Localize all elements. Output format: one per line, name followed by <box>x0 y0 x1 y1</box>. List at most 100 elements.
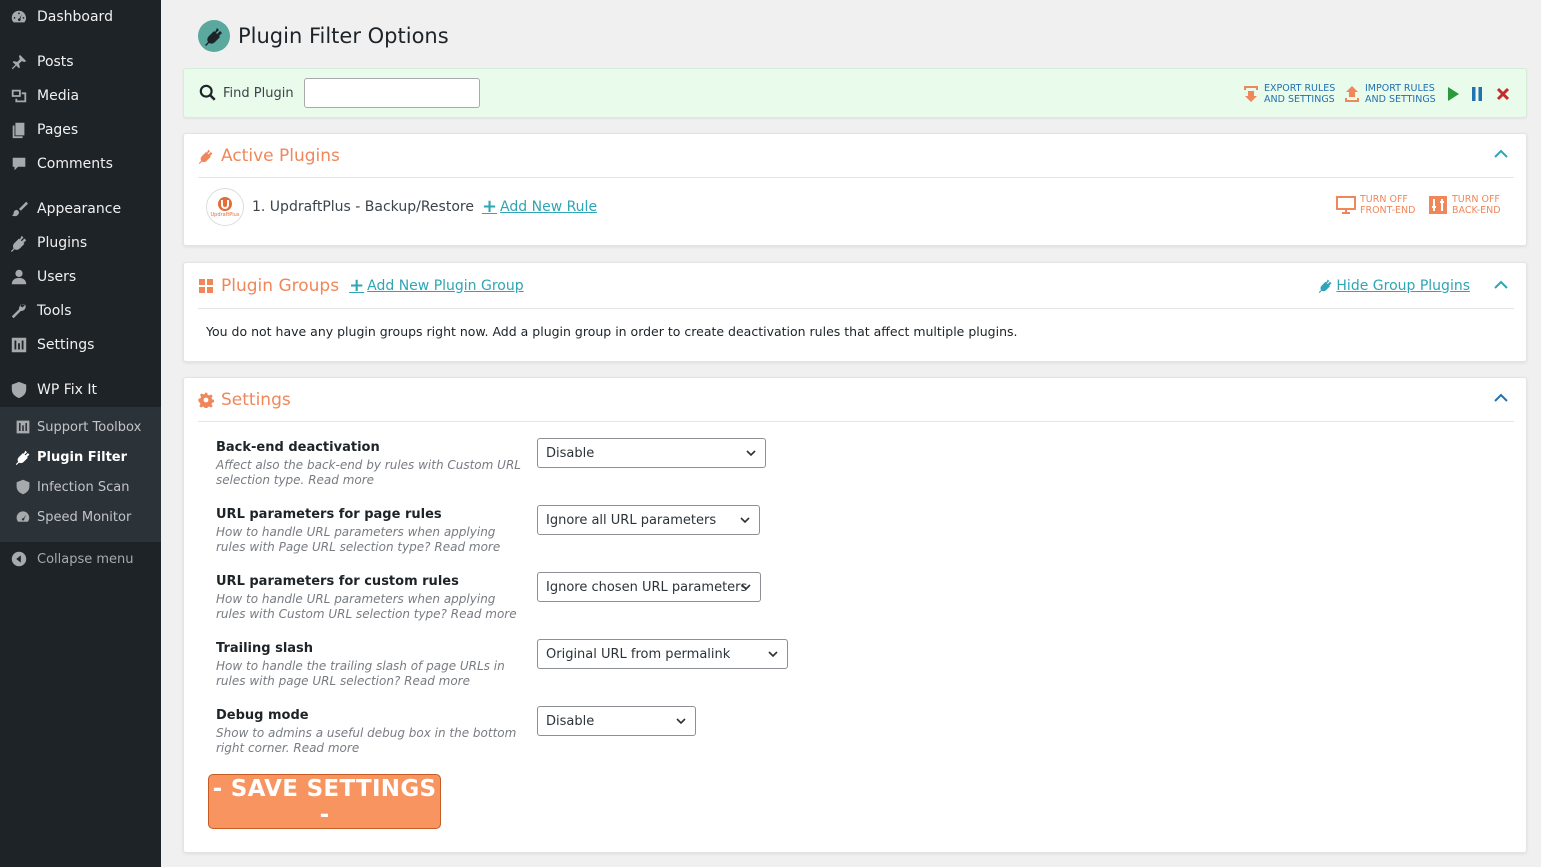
updraft-icon <box>218 197 232 211</box>
sidebar-item-label: Posts <box>37 54 74 70</box>
play-icon[interactable] <box>1446 86 1460 102</box>
submenu-item-speed-monitor[interactable]: Speed Monitor <box>0 503 161 531</box>
setting-desc-text: Show to admins a useful debug box in the… <box>216 726 517 755</box>
pin-icon <box>9 52 29 72</box>
back-label-line2: BACK-END <box>1452 205 1501 216</box>
chevron-down-icon <box>768 651 778 658</box>
monitor-icon <box>1336 196 1356 214</box>
sidebar-item-label: Plugins <box>37 235 88 251</box>
setting-description: Show to admins a useful debug box in the… <box>216 726 521 756</box>
submenu-item-support-toolbox[interactable]: Support Toolbox <box>0 413 161 441</box>
collapse-chevron-icon[interactable] <box>1494 149 1508 159</box>
submenu-label: Plugin Filter <box>37 449 128 465</box>
submenu: Support Toolbox Plugin Filter Infection … <box>0 407 161 542</box>
add-rule-label: Add New Rule <box>500 199 598 215</box>
close-icon[interactable] <box>1495 86 1511 102</box>
setting-description: How to handle URL parameters when applyi… <box>216 525 521 555</box>
dashboard-icon <box>9 7 29 27</box>
sidebar-item-appearance[interactable]: Appearance <box>0 194 161 224</box>
read-more-link[interactable]: Read more <box>293 741 359 755</box>
sidebar-item-settings[interactable]: Settings <box>0 330 161 360</box>
sidebar-item-label: Settings <box>37 337 95 353</box>
plugin-row: UpdraftPlus 1. UpdraftPlus - Backup/Rest… <box>206 188 597 226</box>
plug-icon <box>14 448 32 466</box>
page-header: Plugin Filter Options <box>198 20 449 52</box>
add-new-rule-link[interactable]: + Add New Rule <box>481 196 598 217</box>
trailing-slash-select[interactable]: Original URL from permalink <box>537 639 788 669</box>
collapse-menu-button[interactable]: Collapse menu <box>0 544 161 574</box>
debug-mode-select[interactable]: Disable <box>537 706 696 736</box>
submenu-item-infection-scan[interactable]: Infection Scan <box>0 473 161 501</box>
front-label-line1: TURN OFF <box>1360 194 1408 205</box>
url-params-page-select[interactable]: Ignore all URL parameters <box>537 505 760 535</box>
read-more-link[interactable]: Read more <box>434 540 500 554</box>
pages-icon <box>9 120 29 140</box>
plugin-groups-empty-text: You do not have any plugin groups right … <box>206 324 1018 339</box>
backend-deactivation-select[interactable]: Disable <box>537 438 766 468</box>
sidebar-item-label: Users <box>37 269 77 285</box>
sidebar-item-tools[interactable]: Tools <box>0 296 161 326</box>
sidebar-item-label: Appearance <box>37 201 122 217</box>
setting-label: URL parameters for custom rules <box>216 574 459 589</box>
collapse-chevron-icon[interactable] <box>1494 393 1508 403</box>
sliders-icon <box>9 335 29 355</box>
collapse-chevron-icon[interactable] <box>1494 280 1508 290</box>
find-plugin-label: Find Plugin <box>223 85 294 101</box>
wrench-icon <box>9 301 29 321</box>
sidebar-item-plugins[interactable]: Plugins <box>0 228 161 258</box>
collapse-icon <box>9 549 29 569</box>
gear-icon <box>198 392 214 408</box>
setting-description: How to handle the trailing slash of page… <box>216 659 521 689</box>
sidebar-item-wp-fix-it[interactable]: WP Fix It <box>0 375 161 405</box>
submenu-item-plugin-filter[interactable]: Plugin Filter <box>0 443 161 471</box>
brush-icon <box>9 199 29 219</box>
select-value: Ignore all URL parameters <box>546 512 717 528</box>
user-icon <box>9 267 29 287</box>
sidebar-item-posts[interactable]: Posts <box>0 47 161 77</box>
pause-icon[interactable] <box>1470 86 1484 102</box>
sidebar-item-label: Media <box>37 88 80 104</box>
add-new-plugin-group-link[interactable]: + Add New Plugin Group <box>349 274 524 296</box>
sidebar-item-comments[interactable]: Comments <box>0 149 161 179</box>
plus-icon: + <box>481 196 498 217</box>
find-plugin: Find Plugin <box>199 78 480 108</box>
updraftplus-logo: UpdraftPlus <box>206 188 244 226</box>
shield-icon <box>14 478 32 496</box>
media-icon <box>9 86 29 106</box>
gauge-icon <box>14 508 32 526</box>
plug-icon <box>9 233 29 253</box>
select-value: Original URL from permalink <box>546 646 731 662</box>
read-more-link[interactable]: Read more <box>308 473 374 487</box>
hide-group-plugins-link[interactable]: Hide Group Plugins <box>1318 278 1470 294</box>
save-settings-button[interactable]: - SAVE SETTINGS - <box>208 774 441 829</box>
turn-off-back-end-button[interactable]: TURN OFF BACK-END <box>1428 194 1501 216</box>
setting-url-params-page: URL parameters for page rules How to han… <box>216 507 521 555</box>
import-rules-button[interactable]: IMPORT RULES AND SETTINGS <box>1343 83 1436 105</box>
filter-toolbar: Find Plugin EXPORT RULES AND SETTINGS IMP… <box>183 68 1527 118</box>
export-label-line2: AND SETTINGS <box>1264 94 1335 105</box>
back-label-line1: TURN OFF <box>1452 194 1500 205</box>
read-more-link[interactable]: Read more <box>451 607 517 621</box>
shield-icon <box>9 380 29 400</box>
plugin-filter-logo-icon <box>198 20 230 52</box>
find-plugin-input[interactable] <box>303 78 480 108</box>
sidebar-item-users[interactable]: Users <box>0 262 161 292</box>
chevron-down-icon <box>746 450 756 457</box>
chevron-down-icon <box>676 718 686 725</box>
sidebar-item-media[interactable]: Media <box>0 81 161 111</box>
plug-icon <box>198 149 213 164</box>
url-params-custom-select[interactable]: Ignore chosen URL parameters <box>537 572 761 602</box>
setting-description: Affect also the back-end by rules with C… <box>216 458 521 488</box>
sidebar-item-dashboard[interactable]: Dashboard <box>0 2 161 32</box>
turn-off-front-end-button[interactable]: TURN OFF FRONT-END <box>1336 194 1415 216</box>
setting-description: How to handle URL parameters when applyi… <box>216 592 521 622</box>
setting-debug-mode: Debug mode Show to admins a useful debug… <box>216 708 521 756</box>
read-more-link[interactable]: Read more <box>404 674 470 688</box>
plus-icon: + <box>349 274 365 296</box>
sidebar-item-label: Tools <box>37 303 72 319</box>
plugin-groups-panel: Plugin Groups + Add New Plugin Group Hide… <box>183 262 1527 362</box>
updraft-logo-text: UpdraftPlus <box>210 212 240 218</box>
sidebar-item-pages[interactable]: Pages <box>0 115 161 145</box>
search-icon <box>199 84 216 101</box>
export-rules-button[interactable]: EXPORT RULES AND SETTINGS <box>1242 83 1335 105</box>
